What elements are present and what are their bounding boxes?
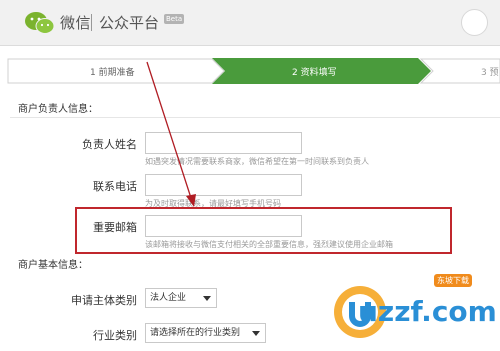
site-watermark: 东坡下载 uzzf.com — [330, 268, 497, 348]
basic-section-title: 商户基本信息： — [18, 260, 88, 271]
email-input[interactable] — [145, 215, 302, 237]
email-label: 重要邮箱 — [93, 221, 137, 234]
watermark-text: uzzf.com — [358, 295, 497, 328]
step-progress-bar: 1 前期准备 2 资料填写 3 预 — [0, 58, 500, 84]
entity-type-select[interactable]: 法人企业 — [145, 288, 217, 308]
phone-input[interactable] — [145, 174, 302, 196]
brand-separator — [91, 14, 92, 31]
email-hint: 该邮箱将接收与微信支付相关的全部重要信息，强烈建议使用企业邮箱 — [145, 240, 393, 249]
contact-section-title: 商户负责人信息： — [18, 104, 98, 115]
section-divider — [10, 117, 500, 118]
beta-badge: Beta — [164, 14, 185, 24]
phone-label: 联系电话 — [93, 180, 137, 193]
contact-name-hint: 如遇突发情况需要联系商家，微信希望在第一时间联系到负责人 — [145, 157, 369, 166]
step-2-label: 2 资料填写 — [292, 68, 337, 78]
contact-name-label: 负责人姓名 — [82, 138, 137, 151]
step-1-label: 1 前期准备 — [90, 68, 135, 78]
brand-name: 微信 — [60, 14, 92, 32]
entity-type-label: 申请主体类别 — [71, 294, 137, 307]
chevron-down-icon — [252, 331, 260, 336]
step-progress-graphic — [7, 58, 500, 84]
industry-label: 行业类别 — [93, 329, 137, 342]
user-avatar-icon[interactable] — [461, 9, 488, 36]
watermark-badge: 东坡下载 — [434, 274, 472, 287]
platform-name: 公众平台 — [99, 14, 160, 32]
entity-type-value: 法人企业 — [150, 293, 187, 303]
wechat-logo-icon — [25, 12, 55, 34]
chevron-down-icon — [203, 296, 211, 301]
step-3-label: 3 预 — [481, 68, 499, 78]
contact-name-input[interactable] — [145, 132, 302, 154]
industry-select[interactable]: 请选择所在的行业类别 — [145, 323, 266, 343]
industry-value: 请选择所在的行业类别 — [150, 328, 241, 338]
top-header: 微信 公众平台 Beta — [0, 0, 500, 46]
